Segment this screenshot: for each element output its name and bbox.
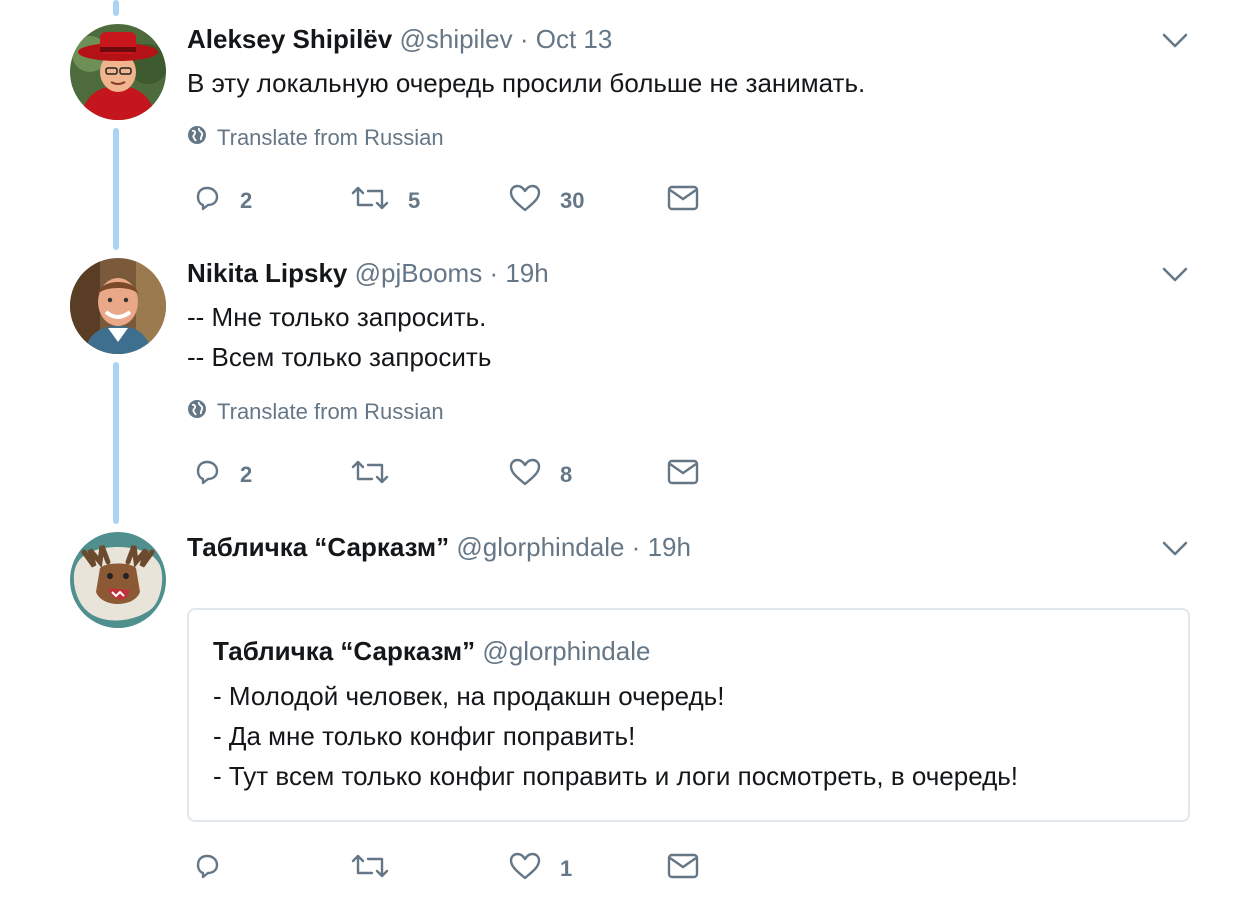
- user-handle[interactable]: @shipilev: [399, 24, 512, 54]
- retweet-icon: [350, 851, 390, 886]
- like-count: 30: [560, 187, 585, 213]
- quoted-tweet-text: - Молодой человек, на продакшн очередь! …: [213, 676, 1164, 796]
- reply-count: 2: [240, 187, 253, 213]
- display-name[interactable]: Aleksey Shipilёv: [187, 24, 392, 54]
- like-button[interactable]: 8: [508, 457, 666, 492]
- direct-message-icon: [666, 184, 700, 217]
- display-name[interactable]: Nikita Lipsky: [187, 258, 347, 288]
- reply-icon: [192, 183, 222, 218]
- display-name[interactable]: Табличка “Сарказм”: [187, 532, 449, 562]
- reply-button[interactable]: [192, 851, 350, 886]
- chevron-down-icon[interactable]: [1160, 262, 1190, 286]
- retweet-icon: [350, 457, 390, 492]
- direct-message-button[interactable]: [666, 458, 824, 491]
- quoted-display-name[interactable]: Табличка “Сарказм”: [213, 636, 475, 666]
- globe-icon: [187, 125, 207, 151]
- separator-dot: ·: [519, 24, 529, 54]
- action-bar: 2 8: [192, 457, 824, 492]
- translate-label[interactable]: Translate from Russian: [217, 125, 444, 151]
- like-icon: [508, 183, 542, 218]
- timestamp[interactable]: 19h: [648, 532, 691, 562]
- user-handle[interactable]: @pjBooms: [355, 258, 483, 288]
- tweet-header: Табличка “Сарказм” @glorphindale · 19h: [187, 532, 1190, 562]
- tweet-text: В эту локальную очередь просили больше н…: [187, 63, 1190, 103]
- avatar[interactable]: [70, 24, 166, 120]
- translate-link[interactable]: Translate from Russian: [187, 397, 1190, 427]
- retweet-button[interactable]: 5: [350, 183, 508, 218]
- direct-message-icon: [666, 852, 700, 885]
- reply-button[interactable]: 2: [192, 457, 350, 492]
- reply-icon: [192, 851, 222, 886]
- tweet-text-line: В эту локальную очередь просили больше н…: [187, 68, 866, 98]
- retweet-count: 5: [408, 187, 421, 213]
- tweet[interactable]: Nikita Lipsky @pjBooms · 19h -- Мне толь…: [0, 258, 1234, 488]
- reply-count: 2: [240, 461, 253, 487]
- chevron-down-icon[interactable]: [1160, 28, 1190, 52]
- reply-icon: [192, 457, 222, 492]
- timestamp[interactable]: 19h: [505, 258, 548, 288]
- user-handle[interactable]: @glorphindale: [456, 532, 624, 562]
- direct-message-button[interactable]: [666, 852, 824, 885]
- translate-label[interactable]: Translate from Russian: [217, 399, 444, 425]
- like-icon: [508, 457, 542, 492]
- quoted-user-handle[interactable]: @glorphindale: [482, 636, 650, 666]
- retweet-button[interactable]: [350, 851, 508, 886]
- like-count: 8: [560, 461, 573, 487]
- reply-button[interactable]: 2: [192, 183, 350, 218]
- tweet-header: Nikita Lipsky @pjBooms · 19h: [187, 258, 1190, 288]
- thread-line: [113, 0, 119, 16]
- direct-message-icon: [666, 458, 700, 491]
- globe-icon: [187, 399, 207, 425]
- tweet[interactable]: Aleksey Shipilёv @shipilev · Oct 13 В эт…: [0, 24, 1234, 244]
- action-bar: 2 5 30: [192, 183, 824, 218]
- avatar[interactable]: [70, 258, 166, 354]
- avatar[interactable]: [70, 532, 166, 628]
- separator-dot: ·: [489, 258, 499, 288]
- quoted-tweet-header: Табличка “Сарказм” @glorphindale: [213, 634, 1164, 668]
- retweet-button[interactable]: [350, 457, 508, 492]
- separator-dot: ·: [631, 532, 641, 562]
- direct-message-button[interactable]: [666, 184, 824, 217]
- like-count: 1: [560, 855, 573, 881]
- like-button[interactable]: 30: [508, 183, 666, 218]
- timestamp[interactable]: Oct 13: [536, 24, 613, 54]
- quoted-text-line: - Тут всем только конфиг поправить и лог…: [213, 761, 1019, 791]
- like-icon: [508, 851, 542, 886]
- tweet-text: -- Мне только запросить. -- Всем только …: [187, 297, 1190, 377]
- quoted-text-line: - Да мне только конфиг поправить!: [213, 721, 636, 751]
- quoted-text-line: - Молодой человек, на продакшн очередь!: [213, 681, 725, 711]
- tweet[interactable]: Табличка “Сарказм” @glorphindale · 19h Т…: [0, 532, 1234, 898]
- translate-link[interactable]: Translate from Russian: [187, 123, 1190, 153]
- like-button[interactable]: 1: [508, 851, 666, 886]
- tweet-header: Aleksey Shipilёv @shipilev · Oct 13: [187, 24, 1190, 54]
- tweet-text-line: -- Всем только запросить: [187, 342, 492, 372]
- quoted-tweet[interactable]: Табличка “Сарказм” @glorphindale - Молод…: [187, 608, 1190, 822]
- retweet-icon: [350, 183, 390, 218]
- action-bar: 1: [192, 851, 824, 886]
- chevron-down-icon[interactable]: [1160, 536, 1190, 560]
- tweet-text-line: -- Мне только запросить.: [187, 302, 487, 332]
